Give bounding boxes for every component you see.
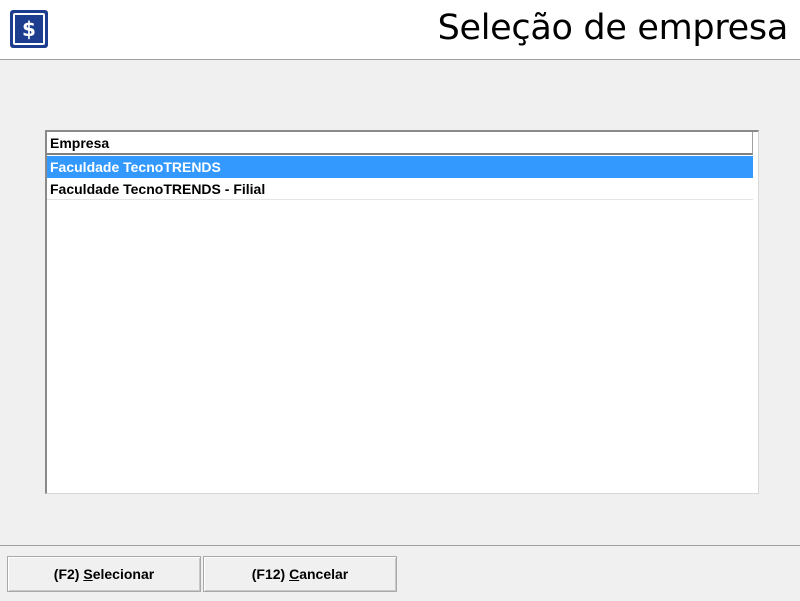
dollar-icon: $ <box>10 10 48 48</box>
select-button-rest: elecionar <box>92 566 155 582</box>
cancel-button-rest: ancelar <box>299 566 349 582</box>
header-bar: $ Seleção de empresa <box>0 0 800 60</box>
list-item[interactable]: Faculdade TecnoTRENDS <box>47 156 753 178</box>
logo-glyph: $ <box>13 13 45 45</box>
select-button[interactable]: (F2) Selecionar <box>7 556 201 592</box>
cancel-button-prefix: (F12) <box>251 566 290 582</box>
cancel-button[interactable]: (F12) Cancelar <box>203 556 397 592</box>
select-button-mnemonic: S <box>83 566 93 582</box>
list-item[interactable]: Faculdade TecnoTRENDS - Filial <box>47 178 753 200</box>
column-header-empresa[interactable]: Empresa <box>47 132 753 155</box>
page-title: Seleção de empresa <box>437 8 789 48</box>
column-header-label: Empresa <box>50 135 110 151</box>
list-item-label: Faculdade TecnoTRENDS - Filial <box>50 181 266 197</box>
select-button-prefix: (F2) <box>53 566 84 582</box>
company-list[interactable]: Empresa Faculdade TecnoTRENDS Faculdade … <box>45 130 759 494</box>
list-item-label: Faculdade TecnoTRENDS <box>50 159 221 175</box>
footer-bar: (F2) Selecionar (F12) Cancelar <box>0 545 800 601</box>
cancel-button-mnemonic: C <box>289 566 300 582</box>
